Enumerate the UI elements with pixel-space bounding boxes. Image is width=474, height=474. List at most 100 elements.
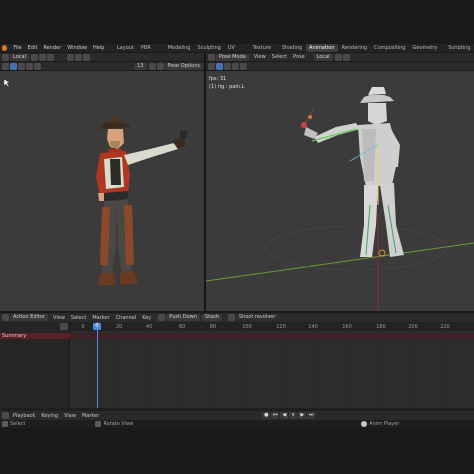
dopesheet-area[interactable] (0, 331, 474, 408)
status-object: Anim Player (369, 421, 400, 427)
editor-type-icon[interactable] (2, 412, 9, 419)
blender-logo-icon[interactable] (2, 45, 8, 51)
record-icon[interactable]: ● (262, 412, 271, 419)
action-name-field[interactable]: Shoot revolver (235, 314, 279, 321)
pivot-icon[interactable] (30, 53, 38, 61)
ruler-tick: 180 (376, 324, 386, 330)
menu-edit[interactable]: Edit (25, 45, 41, 51)
grid-line (281, 331, 282, 408)
action-editor-header: Action Editor View Select Marker Channel… (0, 313, 474, 322)
status-select: Select (10, 421, 26, 427)
prev-keyframe-icon[interactable]: ◀ (280, 412, 289, 419)
jump-start-icon[interactable]: ⏮ (271, 412, 280, 419)
tab-shading[interactable]: Shading (278, 44, 305, 52)
snap-icon[interactable] (38, 53, 46, 61)
menu-window[interactable]: Window (64, 45, 90, 51)
left-viewport-header: Local (0, 53, 205, 62)
playhead-line[interactable] (97, 322, 98, 408)
tab-texture-paint[interactable]: Texture Paint (249, 44, 278, 59)
shading-solid-icon[interactable] (156, 62, 164, 70)
left-orientation-dropdown[interactable]: Local (10, 53, 29, 61)
left-3d-viewport[interactable]: Local 13 Pose Options (0, 53, 205, 311)
ruler-tick: 20 (115, 324, 123, 330)
right-3d-viewport[interactable]: Pose Mode View Select Pose Local fps: 31… (206, 53, 474, 311)
tab-layout[interactable]: Layout (113, 44, 137, 52)
channel-summary[interactable]: Summary (0, 333, 70, 339)
mouse-cursor-icon (4, 79, 10, 87)
tab-uv-editing[interactable]: UV Editing (224, 44, 249, 59)
grid-line (213, 331, 214, 408)
grid-line (247, 331, 248, 408)
frame-field[interactable]: 13 (134, 62, 147, 70)
top-bar: File Edit Render Window Help Layout PBR … (0, 44, 474, 59)
tl-view-menu[interactable]: View (64, 413, 76, 419)
grid-line (313, 331, 314, 408)
status-bar: Select Rotate View Anim Player (0, 420, 474, 428)
tab-rendering[interactable]: Rendering (338, 44, 371, 52)
shading-wire-icon[interactable] (148, 62, 156, 70)
tab-pbr-painter[interactable]: PBR Painter (137, 44, 164, 59)
cowboy-character-render (96, 117, 188, 285)
pose-options-dropdown[interactable]: Pose Options (164, 62, 203, 70)
frame-ruler[interactable] (0, 322, 474, 331)
editor-type-icon[interactable] (2, 314, 9, 321)
left-viewport-toolbar: 13 Pose Options (0, 62, 205, 71)
jump-end-icon[interactable]: ⏭ (307, 412, 316, 419)
ae-menu-marker[interactable]: Marker (92, 315, 109, 321)
overlay-icon[interactable] (74, 53, 82, 61)
stash-button[interactable]: Stash (201, 314, 222, 321)
ruler-tick: 200 (408, 324, 418, 330)
ae-menu-channel[interactable]: Channel (116, 315, 137, 321)
mouse-middle-icon (95, 421, 102, 427)
main-menu: File Edit Render Window Help (10, 45, 107, 51)
push-down-button[interactable]: Push Down (166, 314, 200, 321)
workspace-tabs: Layout PBR Painter Modeling Sculpting UV… (113, 44, 474, 59)
current-frame-indicator[interactable]: 0 (93, 323, 101, 330)
summary-track[interactable] (70, 333, 474, 339)
tab-animation[interactable]: Animation (305, 44, 339, 52)
editor-type-icon[interactable] (2, 53, 9, 61)
ruler-tick: 80 (209, 324, 217, 330)
ruler-tick: 40 (145, 324, 153, 330)
ae-menu-view[interactable]: View (53, 315, 65, 321)
tab-sculpting[interactable]: Sculpting (194, 44, 224, 52)
select-extend-icon[interactable] (18, 62, 25, 70)
grid-line (182, 331, 183, 408)
grid-line (347, 331, 348, 408)
tab-geometry-nodes[interactable]: Geometry Nodes (409, 44, 445, 59)
view-icon[interactable] (2, 62, 9, 70)
ruler-tick: 140 (308, 324, 318, 330)
select-invert-icon[interactable] (34, 62, 41, 70)
grid-line (149, 331, 150, 408)
tab-scripting[interactable]: Scripting (445, 44, 474, 52)
menu-help[interactable]: Help (90, 45, 107, 51)
proportional-icon[interactable] (46, 53, 54, 61)
ruler-tick: 0 (81, 324, 85, 330)
action-editor-dropdown[interactable]: Action Editor (10, 314, 49, 321)
next-keyframe-icon[interactable]: ▶ (298, 412, 307, 419)
tl-playback-menu[interactable]: Playback (13, 413, 35, 419)
status-rotate-view: Rotate View (103, 421, 134, 427)
ae-menu-select[interactable]: Select (71, 315, 86, 321)
menu-file[interactable]: File (10, 45, 24, 51)
gizmo-icon[interactable] (82, 53, 90, 61)
pause-icon[interactable]: ⏸ (289, 412, 298, 419)
mouse-left-icon (2, 421, 8, 427)
select-box-icon[interactable] (10, 62, 17, 70)
filter-icon[interactable] (158, 314, 166, 321)
camera-icon[interactable] (66, 53, 74, 61)
tab-modeling[interactable]: Modeling (164, 44, 194, 52)
ruler-tick: 100 (242, 324, 252, 330)
select-subtract-icon[interactable] (26, 62, 33, 70)
range-box (60, 323, 68, 330)
action-browse-icon[interactable] (227, 314, 235, 321)
grid-line (88, 331, 89, 408)
tab-compositing[interactable]: Compositing (371, 44, 409, 52)
rigged-character-pose (301, 87, 404, 257)
menu-render[interactable]: Render (40, 45, 64, 51)
ruler-tick: 220 (440, 324, 450, 330)
ae-menu-key[interactable]: Key (142, 315, 151, 321)
tl-marker-menu[interactable]: Marker (82, 413, 99, 419)
tl-keying-menu[interactable]: Keying (41, 413, 58, 419)
grid-line (119, 331, 120, 408)
